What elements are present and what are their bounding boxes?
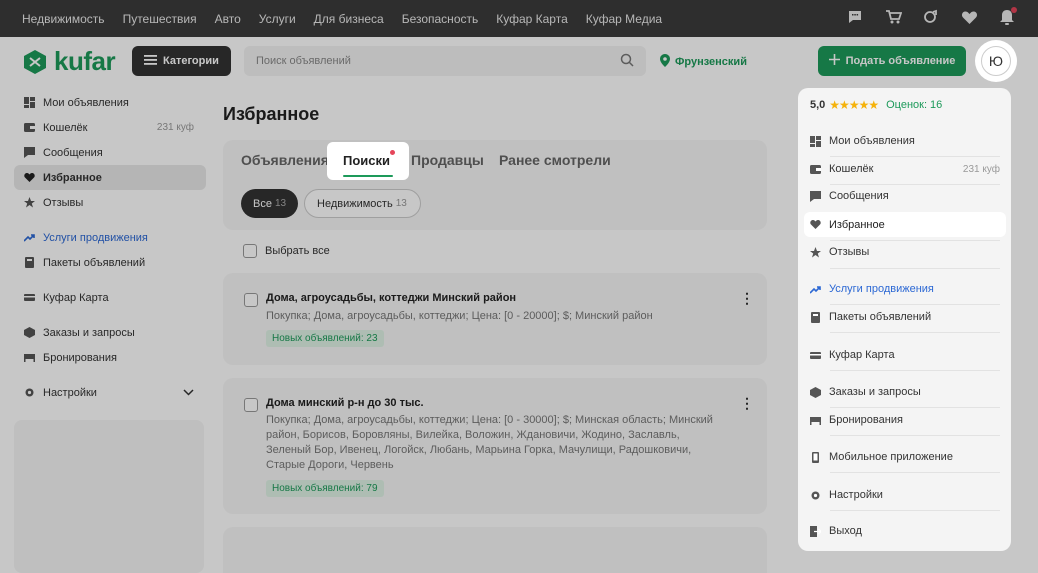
menu-item-kufar-card[interactable]: Куфар Карта [810,345,1000,365]
active-tab-underline [343,175,393,177]
tab-searches[interactable]: Поиски [327,142,409,180]
box-icon [810,386,821,398]
menu-item-label: Настройки [829,489,883,501]
menu-item-label: Мобильное приложение [829,451,953,463]
menu-item-label: Пакеты объявлений [829,311,932,323]
menu-item-bookings[interactable]: Бронирования [810,410,1000,430]
menu-item-promotion[interactable]: Услуги продвижения [810,279,1000,299]
menu-item-label: Отзывы [829,246,870,258]
heart-icon [810,220,821,229]
divider [830,370,1000,371]
menu-item-label: Заказы и запросы [829,386,921,398]
menu-item-wallet[interactable]: Кошелёк 231 куф [810,159,1000,179]
menu-item-mobile-app[interactable]: Мобильное приложение [810,447,1000,467]
divider [830,332,1000,333]
profile-dropdown-menu: 5,0 ★★★★★ Оценок: 16 Мои объявления Коше… [798,88,1011,551]
chat-icon [810,190,821,202]
menu-item-packages[interactable]: Пакеты объявлений [810,307,1000,327]
menu-item-label: Кошелёк [829,163,874,175]
menu-item-settings[interactable]: Настройки [810,485,1000,505]
new-indicator-dot [390,150,395,155]
gear-icon [811,491,820,499]
avatar[interactable]: Ю [981,46,1011,76]
divider [830,510,1000,511]
menu-item-label: Услуги продвижения [829,283,934,295]
divider [830,156,1000,157]
bed-icon [810,416,821,425]
grid-icon [810,135,821,147]
trend-icon [810,285,821,294]
menu-item-messages[interactable]: Сообщения [810,186,1000,206]
divider [830,472,1000,473]
bookmark-icon [811,311,820,323]
wallet-amount: 231 куф [962,163,1000,175]
phone-icon [812,451,819,463]
rating-score: 5,0 [810,99,826,111]
menu-item-label: Выход [829,525,862,537]
divider [830,435,1000,436]
menu-item-favorites[interactable]: Избранное [804,212,1006,237]
star-icon [810,246,821,257]
menu-item-label: Избранное [829,218,885,231]
menu-item-my-ads[interactable]: Мои объявления [810,131,1000,151]
rating-count: Оценок: 16 [886,99,943,111]
tab-searches-label: Поиски [343,153,391,168]
user-rating[interactable]: 5,0 ★★★★★ Оценок: 16 [810,98,942,112]
rating-stars-icon: ★★★★★ [829,98,879,112]
menu-item-label: Бронирования [829,414,903,426]
menu-item-orders[interactable]: Заказы и запросы [810,382,1000,402]
divider [830,268,1000,269]
menu-item-label: Куфар Карта [829,349,895,361]
divider [830,407,1000,408]
divider [830,240,1000,241]
menu-item-logout[interactable]: Выход [810,521,1000,541]
divider [830,304,1000,305]
divider [830,184,1000,185]
wallet-icon [810,164,821,174]
logout-icon [810,525,821,537]
menu-item-reviews[interactable]: Отзывы [810,242,1000,262]
menu-item-label: Сообщения [829,190,889,202]
card-icon [810,351,821,359]
menu-item-label: Мои объявления [829,135,915,147]
